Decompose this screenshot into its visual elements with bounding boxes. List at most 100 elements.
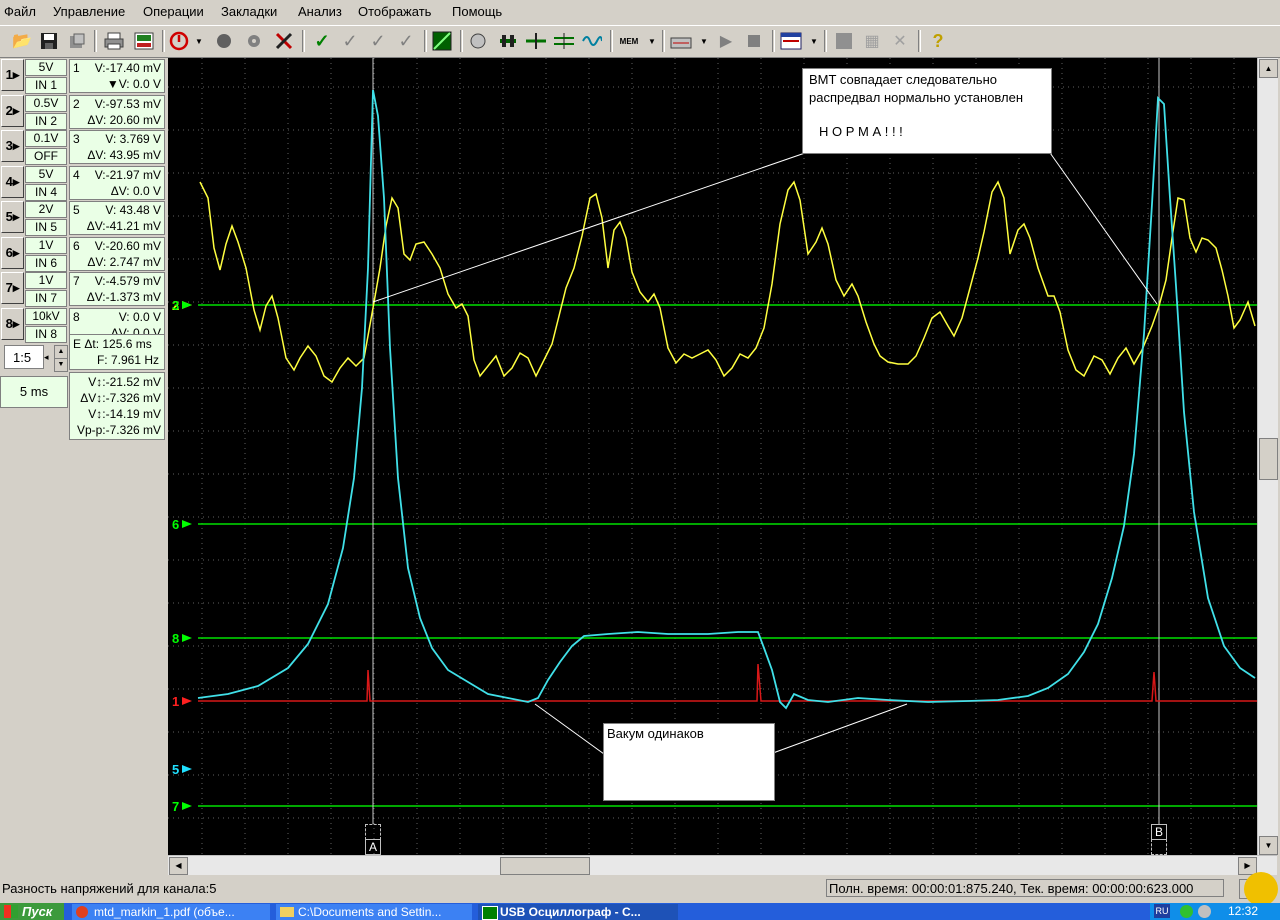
channel-button-1[interactable]: 1▸	[1, 59, 24, 91]
channel-input[interactable]: IN 2	[25, 113, 67, 130]
channel-scale[interactable]: 5V	[25, 166, 67, 183]
channel-scale[interactable]: 1V	[25, 272, 67, 289]
vertical-scrollbar[interactable]: ▲ ▼	[1257, 58, 1278, 855]
channel-button-3[interactable]: 3▸	[1, 130, 24, 162]
menu-file[interactable]: Файл	[4, 4, 36, 19]
stop-square-icon[interactable]	[742, 29, 766, 53]
tile-grid-icon[interactable]: ▦	[860, 29, 884, 53]
channel-sensitivity-2[interactable]: 0.5V IN 2	[25, 95, 67, 130]
probe-icon[interactable]	[496, 29, 520, 53]
channel-button-7[interactable]: 7▸	[1, 272, 24, 304]
channel-sensitivity-4[interactable]: 5V IN 4	[25, 166, 67, 201]
zoom-arrow-icon[interactable]: ◂	[44, 345, 54, 369]
menu-operations[interactable]: Операции	[143, 4, 204, 19]
gear-icon[interactable]	[242, 29, 266, 53]
channel-button-4[interactable]: 4▸	[1, 166, 24, 198]
start-label: Пуск	[22, 904, 53, 919]
scroll-down-icon[interactable]: ▼	[1259, 836, 1278, 855]
channel-icon[interactable]	[668, 29, 694, 53]
cursor-icon[interactable]	[524, 29, 548, 53]
vertical-scroll-thumb[interactable]	[1259, 438, 1278, 480]
channel-input[interactable]: IN 6	[25, 255, 67, 272]
channel-input[interactable]: IN 5	[25, 219, 67, 236]
channel-scale[interactable]: 10kV	[25, 308, 67, 325]
dropdown-icon[interactable]: ▼	[646, 29, 658, 53]
timebase-value[interactable]: 5 ms	[0, 376, 68, 408]
menu-view[interactable]: Отображать	[358, 4, 431, 19]
scroll-up-icon[interactable]: ▲	[1259, 59, 1278, 78]
cursor-a-label[interactable]: A	[365, 839, 381, 855]
channel-sensitivity-1[interactable]: 5V IN 1	[25, 59, 67, 94]
channel-input[interactable]: OFF	[25, 148, 67, 165]
wave-icon[interactable]	[580, 29, 604, 53]
save-icon[interactable]	[38, 29, 60, 53]
spin-up-icon[interactable]: ▲	[54, 345, 68, 359]
dropdown-icon[interactable]: ▼	[808, 29, 820, 53]
check-c-icon[interactable]: ✓	[394, 29, 418, 53]
channel-scale[interactable]: 2V	[25, 201, 67, 218]
channel-button-6[interactable]: 6▸	[1, 237, 24, 269]
open-icon[interactable]: 📂	[10, 29, 34, 53]
channel-scale[interactable]: 1V	[25, 237, 67, 254]
menu-help[interactable]: Помощь	[452, 4, 502, 19]
cursor-a-handle-top[interactable]	[365, 824, 381, 840]
channel-button-8[interactable]: 8▸	[1, 308, 24, 340]
cursor-b-handle-bottom[interactable]	[1151, 839, 1167, 855]
channel-scale[interactable]: 0.5V	[25, 95, 67, 112]
channel-number: 8	[73, 310, 80, 324]
horizontal-scrollbar[interactable]: ◀ ▶	[168, 855, 1277, 875]
memory-icon[interactable]: MEM	[616, 29, 642, 53]
zoom-value[interactable]: 1:5	[4, 345, 44, 369]
channel-delta-voltage: ΔV:-41.21 mV	[86, 219, 161, 233]
tray-volume-icon[interactable]	[1198, 905, 1211, 918]
spin-down-icon[interactable]: ▼	[54, 358, 68, 372]
channel-button-5[interactable]: 5▸	[1, 201, 24, 233]
auto-icon[interactable]	[272, 29, 296, 53]
channel-input[interactable]: IN 7	[25, 290, 67, 307]
cursor-b-label[interactable]: B	[1151, 824, 1167, 840]
tile-icon[interactable]	[832, 29, 856, 53]
record-icon[interactable]	[212, 29, 236, 53]
channel-input[interactable]: IN 1	[25, 77, 67, 94]
zoom-icon[interactable]	[466, 29, 490, 53]
stop-icon[interactable]	[168, 29, 190, 53]
tray-network-icon[interactable]	[1180, 905, 1193, 918]
export-icon[interactable]	[66, 29, 88, 53]
taskbar-item-folder[interactable]: C:\Documents and Settin...	[276, 904, 472, 920]
check-icon[interactable]: ✓	[310, 29, 334, 53]
close-x-icon[interactable]: ✕	[888, 29, 912, 53]
toolbar-separator	[424, 30, 427, 52]
menu-bookmarks[interactable]: Закладки	[221, 4, 277, 19]
channel-input[interactable]: IN 8	[25, 326, 67, 343]
oscilloscope-screen[interactable]: 2368157 BMT совпадает следовательно расп…	[168, 58, 1257, 855]
play-icon[interactable]: ▶	[714, 29, 738, 53]
vacuum-text: Вакум одинаков	[607, 726, 704, 741]
horizontal-scroll-thumb[interactable]	[500, 857, 590, 875]
taskbar-item-pdf[interactable]: mtd_markin_1.pdf (объе...	[72, 904, 270, 920]
dropdown-icon[interactable]: ▼	[193, 29, 205, 53]
channel-scale[interactable]: 0.1V	[25, 130, 67, 147]
channel-scale[interactable]: 5V	[25, 59, 67, 76]
start-button[interactable]: Пуск	[0, 903, 64, 920]
channel-sensitivity-6[interactable]: 1V IN 6	[25, 237, 67, 272]
check-a-icon[interactable]: ✓	[338, 29, 362, 53]
channel-button-2[interactable]: 2▸	[1, 95, 24, 127]
menu-control[interactable]: Управление	[53, 4, 125, 19]
cursor-h-icon[interactable]	[552, 29, 576, 53]
language-indicator[interactable]: RU	[1154, 904, 1170, 918]
channel-sensitivity-5[interactable]: 2V IN 5	[25, 201, 67, 236]
print-preview-icon[interactable]	[132, 29, 156, 53]
channel-input[interactable]: IN 4	[25, 184, 67, 201]
scroll-left-icon[interactable]: ◀	[169, 857, 188, 875]
dropdown-icon[interactable]: ▼	[698, 29, 710, 53]
channel-sensitivity-7[interactable]: 1V IN 7	[25, 272, 67, 307]
grid-icon[interactable]	[778, 29, 804, 53]
print-icon[interactable]	[102, 29, 126, 53]
channel-sensitivity-8[interactable]: 10kV IN 8	[25, 308, 67, 343]
help-icon[interactable]: ?	[926, 29, 950, 53]
display-icon[interactable]	[430, 29, 454, 53]
check-b-icon[interactable]: ✓	[366, 29, 390, 53]
taskbar-item-oscilloscope[interactable]: USB Осциллограф - С...	[478, 904, 678, 920]
menu-analysis[interactable]: Анализ	[298, 4, 342, 19]
channel-sensitivity-3[interactable]: 0.1V OFF	[25, 130, 67, 165]
